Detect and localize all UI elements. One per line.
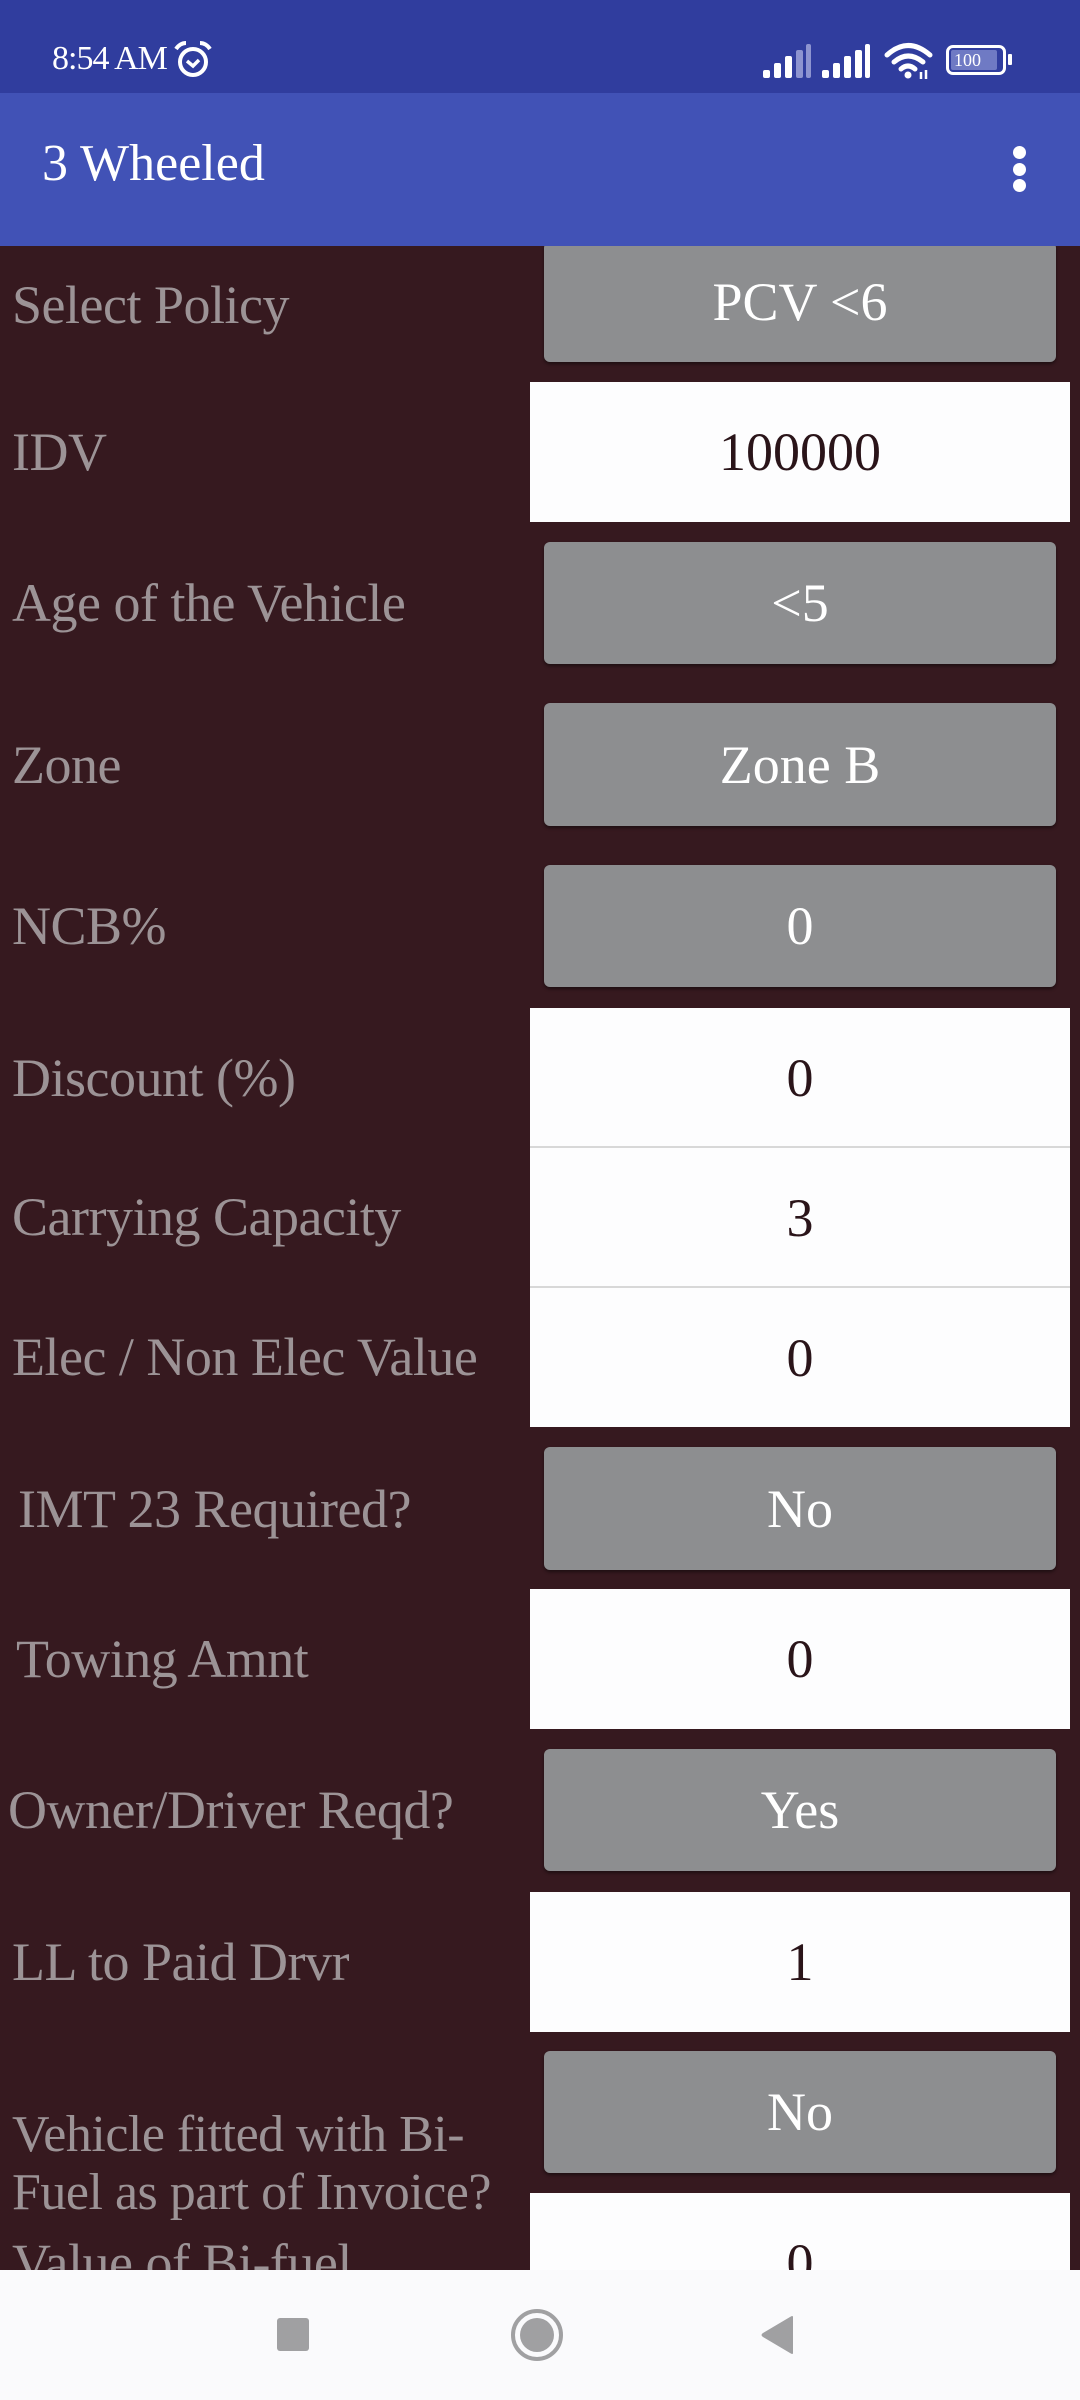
more-vert-dot [1013, 163, 1026, 176]
label-idv: IDV [12, 422, 107, 482]
label-value-of-bi-fuel: Value of Bi-fuel [12, 2233, 352, 2270]
label-carrying-capacity: Carrying Capacity [12, 1187, 401, 1247]
towing-amount-input[interactable]: 0 [530, 1589, 1070, 1729]
label-discount: Discount (%) [12, 1047, 296, 1108]
wifi-icon [884, 43, 933, 79]
status-time: 8:54 AM [52, 40, 168, 77]
label-elec-non-elec-value: Elec / Non Elec Value [12, 1327, 478, 1387]
label-ncb: NCB% [12, 896, 167, 956]
signal-icon [763, 44, 811, 78]
label-ll-paid-driver: LL to Paid Drvr [12, 1932, 349, 1992]
recents-icon [277, 2318, 309, 2351]
app-bar: 3 Wheeled [0, 93, 1080, 246]
navigation-bar [0, 2270, 1080, 2400]
carrying-capacity-input[interactable]: 3 [530, 1148, 1070, 1287]
alarm-icon [174, 41, 212, 77]
owner-driver-reqd-dropdown[interactable]: Yes [544, 1749, 1056, 1871]
more-options-button[interactable] [995, 128, 1045, 212]
idv-input[interactable]: 100000 [530, 382, 1070, 522]
label-age-of-vehicle: Age of the Vehicle [12, 573, 406, 633]
recents-button[interactable] [262, 2300, 322, 2360]
label-zone: Zone [12, 734, 121, 795]
label-towing-amount: Towing Amnt [16, 1629, 309, 1689]
zone-dropdown[interactable]: Zone B [544, 703, 1056, 826]
label-select-policy: Select Policy [12, 274, 289, 335]
signal-icon [822, 44, 870, 78]
ncb-dropdown[interactable]: 0 [544, 865, 1056, 987]
label-owner-driver-reqd: Owner/Driver Reqd? [8, 1780, 454, 1840]
home-icon [511, 2309, 563, 2361]
battery-level: 100 [954, 50, 981, 70]
ll-paid-driver-input[interactable]: 1 [530, 1892, 1070, 2032]
more-vert-icon [1013, 146, 1026, 159]
back-icon [761, 2316, 793, 2354]
app-title: 3 Wheeled [42, 135, 265, 192]
value-of-bi-fuel-input[interactable]: 0 [530, 2193, 1070, 2270]
home-button[interactable] [505, 2300, 569, 2364]
elec-non-elec-value-input[interactable]: 0 [530, 1288, 1070, 1427]
battery-icon: 100 [946, 45, 1012, 75]
status-bar: 8:54 AM 100 [0, 0, 1080, 93]
more-vert-dot [1013, 179, 1026, 192]
back-button[interactable] [750, 2300, 810, 2360]
age-of-vehicle-dropdown[interactable]: <5 [544, 542, 1056, 664]
form-scroll-area[interactable]: Select Policy PCV <6 IDV 100000 Age of t… [0, 246, 1080, 2270]
imt23-required-dropdown[interactable]: No [544, 1447, 1056, 1570]
select-policy-dropdown[interactable]: PCV <6 [544, 246, 1056, 362]
bi-fuel-fitted-dropdown[interactable]: No [544, 2051, 1056, 2173]
discount-input[interactable]: 0 [530, 1008, 1070, 1147]
label-imt23-required: IMT 23 Required? [18, 1478, 411, 1539]
